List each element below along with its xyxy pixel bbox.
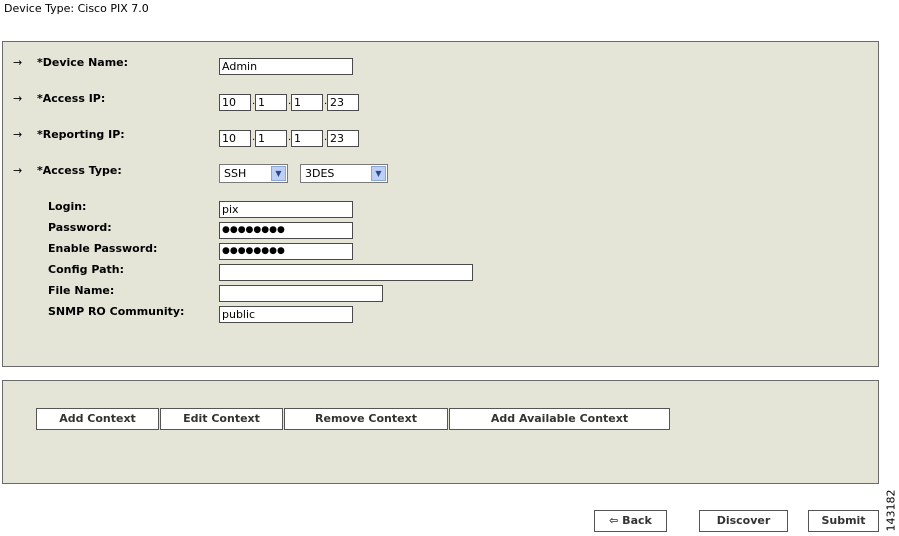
password-row: Password: ●●●●●●●● [3,221,878,239]
edit-context-button[interactable]: Edit Context [160,408,283,430]
remove-context-button[interactable]: Remove Context [284,408,448,430]
reporting-ip-field: 10 . 1 . 1 . 23 [219,130,379,147]
enable-password-label: Enable Password: [48,242,158,255]
file-name-input[interactable] [219,285,383,302]
access-ip-octet-2[interactable]: 1 [255,94,287,111]
config-path-label: Config Path: [48,263,124,276]
config-path-row: Config Path: [3,263,878,281]
chevron-down-icon[interactable]: ▼ [271,166,286,181]
figure-id-text: 143182 [884,489,898,532]
device-name-input[interactable]: Admin [219,58,353,75]
device-name-row: → *Device Name: Admin [3,56,878,75]
reporting-ip-octet-1[interactable]: 10 [219,130,251,147]
enable-password-row: Enable Password: ●●●●●●●● [3,242,878,260]
arrow-right-icon: → [13,128,23,141]
login-row: Login: pix [3,200,878,218]
figure-id: 143182 [884,488,898,534]
access-ip-octet-1[interactable]: 10 [219,94,251,111]
reporting-ip-octet-4[interactable]: 23 [327,130,359,147]
device-settings-panel: → *Device Name: Admin → *Access IP: 10 .… [2,41,879,367]
access-protocol-select[interactable]: SSH ▼ [219,164,288,183]
config-path-input[interactable] [219,264,473,281]
reporting-ip-row: → *Reporting IP: 10 . 1 . 1 . 23 [3,128,878,147]
login-label: Login: [48,200,87,213]
access-type-row: → *Access Type: SSH ▼ 3DES ▼ [3,164,878,186]
enable-password-input[interactable]: ●●●●●●●● [219,243,353,260]
submit-button[interactable]: Submit [808,510,879,532]
access-protocol-value: SSH [224,167,247,180]
access-ip-octet-4[interactable]: 23 [327,94,359,111]
discover-button[interactable]: Discover [699,510,788,532]
back-button[interactable]: ⇦ Back [594,510,667,532]
access-ip-row: → *Access IP: 10 . 1 . 1 . 23 [3,92,878,111]
arrow-right-icon: → [13,56,23,69]
chevron-down-icon[interactable]: ▼ [371,166,386,181]
context-panel: Add Context Edit Context Remove Context … [2,380,879,484]
access-ip-label: *Access IP: [37,92,106,105]
reporting-ip-label: *Reporting IP: [37,128,125,141]
add-context-button[interactable]: Add Context [36,408,159,430]
arrow-right-icon: → [13,164,23,177]
file-name-label: File Name: [48,284,115,297]
device-name-label: *Device Name: [37,56,129,69]
encryption-value: 3DES [305,167,335,180]
snmp-community-input[interactable]: public [219,306,353,323]
encryption-select[interactable]: 3DES ▼ [300,164,388,183]
access-ip-octet-3[interactable]: 1 [291,94,323,111]
add-available-context-button[interactable]: Add Available Context [449,408,670,430]
reporting-ip-octet-3[interactable]: 1 [291,130,323,147]
password-label: Password: [48,221,112,234]
login-input[interactable]: pix [219,201,353,218]
password-input[interactable]: ●●●●●●●● [219,222,353,239]
snmp-community-row: SNMP RO Community: public [3,305,878,323]
device-type-label: Device Type: Cisco PIX 7.0 [4,2,149,15]
snmp-community-label: SNMP RO Community: [48,305,185,318]
access-type-label: *Access Type: [37,164,122,177]
reporting-ip-octet-2[interactable]: 1 [255,130,287,147]
arrow-right-icon: → [13,92,23,105]
access-ip-field: 10 . 1 . 1 . 23 [219,94,379,111]
file-name-row: File Name: [3,284,878,302]
